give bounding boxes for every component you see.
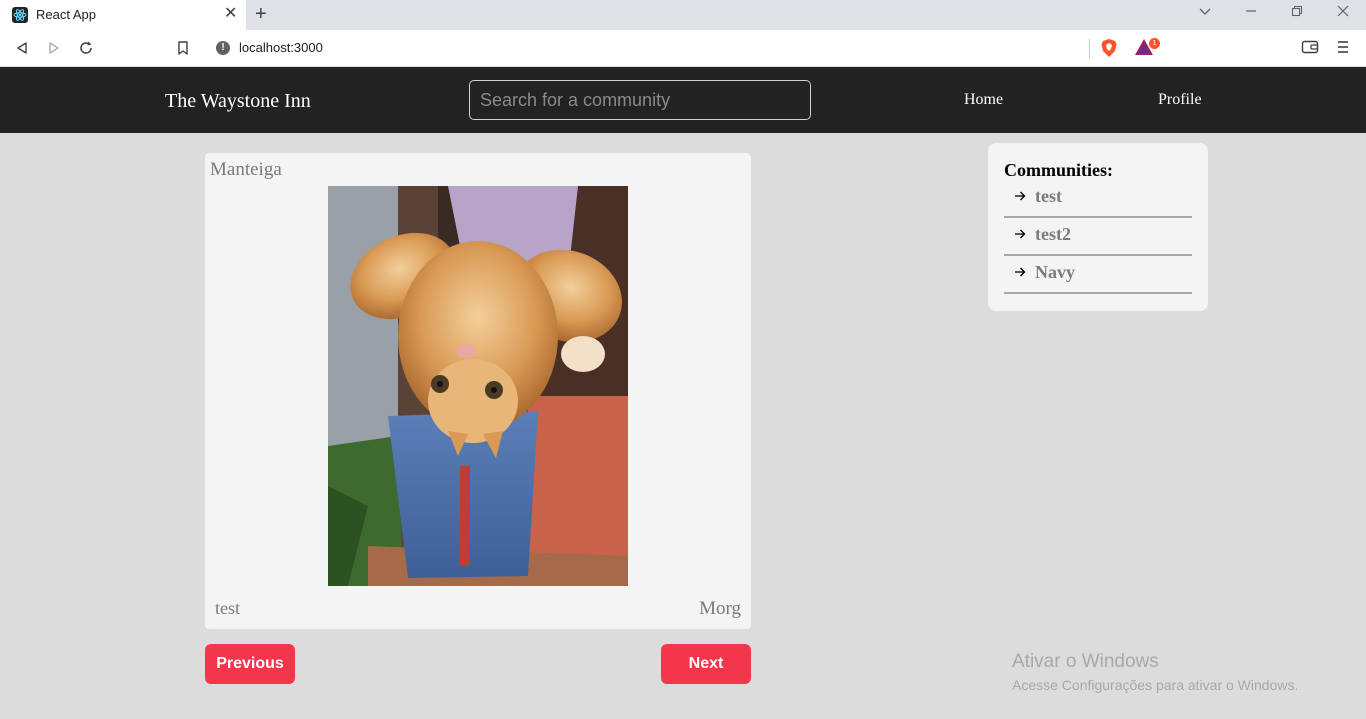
close-tab-icon[interactable]: ✕ <box>224 5 237 23</box>
brand-title[interactable]: The Waystone Inn <box>165 90 311 113</box>
minimize-icon[interactable] <box>1244 4 1258 24</box>
reload-icon[interactable] <box>76 38 96 58</box>
post-author[interactable]: Morg <box>699 598 741 620</box>
forward-icon[interactable] <box>44 38 64 58</box>
browser-tab[interactable]: React App ✕ <box>0 0 246 30</box>
url-text[interactable]: localhost:3000 <box>239 40 323 55</box>
search-input[interactable] <box>469 80 811 120</box>
post-image <box>328 186 628 586</box>
new-tab-icon[interactable]: + <box>255 3 267 25</box>
wallet-icon[interactable] <box>1301 39 1319 60</box>
community-item-navy[interactable]: Navy <box>1004 256 1192 294</box>
post-card: Manteiga test Morg <box>205 153 751 629</box>
nav-link-profile[interactable]: Profile <box>1158 91 1202 109</box>
windows-activation-title: Ativar o Windows <box>1012 651 1159 672</box>
post-title[interactable]: Manteiga <box>210 159 282 181</box>
community-label[interactable]: test <box>1035 186 1062 207</box>
omnibox-divider <box>1089 39 1090 58</box>
previous-button[interactable]: Previous <box>205 644 295 684</box>
arrow-right-icon <box>1014 227 1026 244</box>
back-icon[interactable] <box>12 38 32 58</box>
post-community-link[interactable]: test <box>215 598 240 619</box>
rewards-badge: 1 <box>1149 38 1160 49</box>
windows-activation-subtitle: Acesse Configurações para ativar o Windo… <box>1012 677 1299 693</box>
info-icon[interactable]: ! <box>216 41 230 55</box>
community-item-test2[interactable]: test2 <box>1004 218 1192 256</box>
close-window-icon[interactable] <box>1336 4 1350 24</box>
brave-shield-icon[interactable] <box>1100 38 1118 63</box>
react-icon <box>12 7 28 23</box>
community-label[interactable]: test2 <box>1035 224 1071 245</box>
next-button[interactable]: Next <box>661 644 751 684</box>
browser-tab-bar: React App ✕ + <box>0 0 1366 30</box>
bookmark-icon[interactable] <box>173 38 193 58</box>
communities-panel: Communities: test test2 Navy <box>988 143 1208 311</box>
chevron-down-icon[interactable] <box>1198 4 1212 24</box>
tab-title: React App <box>36 7 96 22</box>
address-bar[interactable]: ! localhost:3000 1 <box>205 35 1285 62</box>
arrow-right-icon <box>1014 189 1026 206</box>
browser-toolbar: ! localhost:3000 1 <box>0 30 1366 67</box>
restore-icon[interactable] <box>1290 4 1304 24</box>
arrow-right-icon <box>1014 265 1026 282</box>
community-item-test[interactable]: test <box>1004 180 1192 218</box>
community-label[interactable]: Navy <box>1035 262 1075 283</box>
nav-link-home[interactable]: Home <box>964 91 1003 109</box>
menu-icon[interactable] <box>1337 39 1349 60</box>
app-header: The Waystone Inn Home Profile <box>0 67 1366 133</box>
communities-heading: Communities: <box>1004 160 1113 180</box>
